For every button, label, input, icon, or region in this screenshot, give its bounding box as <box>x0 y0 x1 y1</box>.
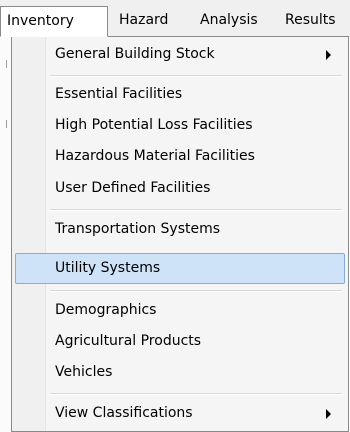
menu-item-demographics[interactable]: Demographics <box>15 295 345 326</box>
menu-results[interactable]: Results <box>279 6 342 35</box>
submenu-arrow-icon <box>326 50 331 60</box>
menu-item-label: View Classifications <box>55 405 193 421</box>
inventory-dropdown-menu: General Building Stock Essential Facilit… <box>11 36 349 432</box>
menu-item-label: Utility Systems <box>55 260 161 276</box>
menu-hazard-label: Hazard <box>119 12 169 28</box>
menu-item-label: Transportation Systems <box>55 221 221 237</box>
menu-item-view-classifications[interactable]: View Classifications <box>15 398 345 429</box>
menu-item-transportation-systems[interactable]: Transportation Systems <box>15 214 345 245</box>
menu-item-label: Hazardous Material Facilities <box>55 148 255 164</box>
menu-item-high-potential-loss-facilities[interactable]: High Potential Loss Facilities <box>15 110 345 141</box>
menu-item-general-building-stock[interactable]: General Building Stock <box>15 39 345 70</box>
menu-item-label: Agricultural Products <box>55 333 202 349</box>
menu-inventory[interactable]: Inventory <box>0 6 108 37</box>
menu-item-label: General Building Stock <box>55 46 215 62</box>
submenu-arrow-icon <box>326 409 331 419</box>
background-window-edge <box>0 36 11 432</box>
edge-tick <box>6 120 7 128</box>
menu-analysis-label: Analysis <box>200 12 258 28</box>
menu-item-utility-systems[interactable]: Utility Systems <box>15 253 345 284</box>
menu-results-label: Results <box>285 12 336 28</box>
menu-hazard[interactable]: Hazard <box>113 6 174 35</box>
menu-item-essential-facilities[interactable]: Essential Facilities <box>15 79 345 110</box>
menu-bar: Inventory Hazard Analysis Results <box>0 0 350 37</box>
menu-separator <box>50 393 342 395</box>
menu-item-label: Vehicles <box>55 364 113 380</box>
menu-analysis[interactable]: Analysis <box>194 6 264 35</box>
menu-separator <box>50 290 342 292</box>
menu-item-agricultural-products[interactable]: Agricultural Products <box>15 326 345 357</box>
menu-inventory-label: Inventory <box>7 13 74 29</box>
menu-item-user-defined-facilities[interactable]: User Defined Facilities <box>15 173 345 204</box>
menu-separator <box>50 75 342 77</box>
menu-item-label: Demographics <box>55 302 157 318</box>
edge-tick <box>6 60 7 68</box>
menu-item-label: Essential Facilities <box>55 86 183 102</box>
menu-item-hazardous-material-facilities[interactable]: Hazardous Material Facilities <box>15 141 345 172</box>
menu-item-vehicles[interactable]: Vehicles <box>15 357 345 388</box>
menu-item-label: High Potential Loss Facilities <box>55 117 253 133</box>
menu-item-label: User Defined Facilities <box>55 180 211 196</box>
menu-separator <box>50 209 342 211</box>
